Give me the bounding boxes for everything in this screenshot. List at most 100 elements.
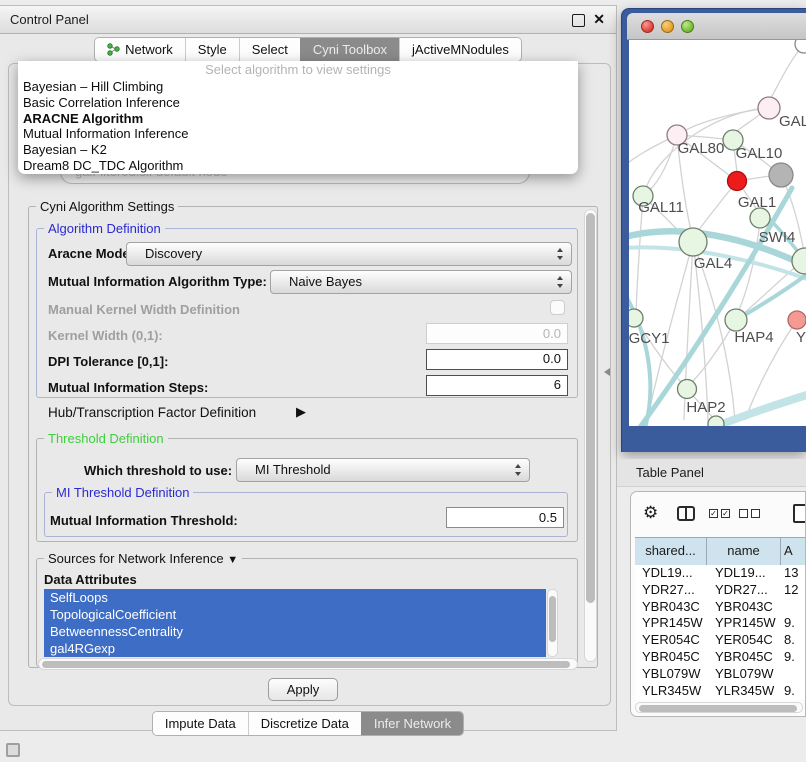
tab-impute-data[interactable]: Impute Data [153, 712, 248, 735]
aracne-mode-combo[interactable]: Discovery [126, 242, 572, 266]
table-hscrollbar-thumb[interactable] [639, 705, 797, 712]
edge[interactable] [712, 394, 806, 426]
select-all-icon[interactable]: ✓ ✓ [709, 509, 730, 518]
node-swi4[interactable] [750, 208, 770, 228]
node-hap4[interactable] [725, 309, 747, 331]
table-row[interactable]: YBR045C YBR045C 9. [635, 649, 806, 666]
node-label: GAL10 [736, 145, 783, 162]
deselect-all-icon[interactable] [739, 509, 760, 518]
table-row[interactable]: YLR345W YLR345W 9. [635, 683, 806, 700]
node-gal4[interactable] [679, 228, 707, 256]
table-panel: ⚙ ✓ ✓ shared... name A YDL19... YDL19...… [630, 491, 806, 717]
table-row[interactable]: YDR27... YDR27... 12 [635, 582, 806, 599]
node-hap2[interactable] [678, 380, 697, 399]
mi-threshold-group-title: MI Threshold Definition [52, 485, 193, 500]
dropdown-item[interactable]: Mutual Information Inference [18, 126, 578, 142]
column-header-partial[interactable]: A [781, 538, 806, 565]
node[interactable] [795, 40, 806, 53]
settings-scrollbar[interactable] [584, 209, 597, 662]
list-item[interactable]: SelfLoops [44, 589, 546, 606]
zoom-window-button[interactable] [681, 20, 694, 33]
mi-algorithm-type-label: Mutual Information Algorithm Type: [48, 274, 267, 289]
table-hscrollbar[interactable] [635, 702, 803, 713]
node-label: HAP2 [686, 399, 725, 416]
node-gray[interactable] [769, 163, 793, 187]
expand-arrow-icon[interactable]: ▶ [296, 404, 306, 420]
hub-section-label: Hub/Transcription Factor Definition [48, 405, 256, 420]
table-row[interactable]: YDL19... YDL19... 13 [635, 565, 806, 582]
node-gcy1[interactable] [629, 309, 643, 327]
settings-hscrollbar-thumb[interactable] [42, 661, 570, 668]
table-row[interactable]: YER054C YER054C 8. [635, 632, 806, 649]
gear-icon[interactable]: ⚙ [643, 503, 658, 523]
close-window-button[interactable] [641, 20, 654, 33]
collapse-arrow-icon[interactable]: ▼ [227, 554, 238, 566]
node-gal1[interactable] [728, 172, 747, 191]
column-header-name[interactable]: name [707, 538, 781, 565]
splitpane-collapse-arrow-icon[interactable] [604, 368, 610, 376]
node-label: GAL11 [638, 199, 684, 216]
column-layout-icon[interactable] [677, 506, 695, 521]
algorithm-definition-title: Algorithm Definition [44, 221, 165, 236]
export-table-icon[interactable] [793, 504, 806, 523]
node[interactable] [708, 416, 724, 426]
table-panel-title: Table Panel [636, 459, 704, 486]
network-window-titlebar[interactable] [627, 13, 806, 40]
table-row[interactable]: YPR145W YPR145W 9. [635, 615, 806, 632]
dropdown-item[interactable]: Bayesian – K2 [18, 142, 578, 158]
attributes-scrollbar-thumb[interactable] [549, 596, 556, 642]
float-panel-icon[interactable] [572, 14, 585, 27]
edge[interactable] [770, 44, 804, 100]
attributes-scrollbar[interactable] [547, 589, 558, 657]
tab-network[interactable]: Network [95, 38, 185, 61]
dpi-tolerance-field[interactable]: 0.0 [426, 349, 568, 370]
tab-select[interactable]: Select [239, 38, 300, 61]
mi-threshold-field[interactable]: 0.5 [446, 507, 564, 528]
table-row[interactable]: YBR043C YBR043C [635, 599, 806, 616]
tab-style[interactable]: Style [185, 38, 239, 61]
node-label: GAL [779, 113, 806, 130]
mi-steps-field[interactable]: 6 [426, 375, 568, 396]
close-icon[interactable]: ✕ [593, 11, 605, 28]
apply-button[interactable]: Apply [268, 678, 338, 701]
tab-discretize-data[interactable]: Discretize Data [248, 712, 361, 735]
list-item[interactable]: BetweennessCentrality [44, 623, 546, 640]
tab-jactivemnodules[interactable]: jActiveMNodules [399, 38, 521, 61]
node-label: GAL80 [678, 140, 725, 157]
settings-hscrollbar[interactable] [38, 658, 578, 670]
dropdown-item[interactable]: Basic Correlation Inference [18, 95, 578, 111]
bottom-tabbar: Impute Data Discretize Data Infer Networ… [0, 711, 616, 736]
manual-kernel-checkbox[interactable] [550, 300, 565, 315]
mi-algorithm-type-combo[interactable]: Naive Bayes [270, 270, 572, 294]
table-row[interactable]: YIL052C YIL052C 9 [635, 699, 806, 700]
dropdown-item-aracne[interactable]: ARACNE Algorithm [18, 111, 578, 127]
node[interactable] [758, 97, 780, 119]
settings-scrollbar-thumb[interactable] [586, 213, 595, 603]
list-item[interactable]: TopologicalCoefficient [44, 606, 546, 623]
manual-kernel-label: Manual Kernel Width Definition [48, 302, 240, 317]
table-panel-strip: Table Panel [617, 459, 806, 487]
list-item[interactable]: gal4RGexp [44, 640, 546, 657]
dropdown-item[interactable]: Dream8 DC_TDC Algorithm [18, 158, 578, 174]
tab-infer-network[interactable]: Infer Network [361, 712, 463, 735]
stepper-icon [514, 464, 522, 476]
tab-cyni-toolbox[interactable]: Cyni Toolbox [300, 38, 399, 61]
data-attributes-list: SelfLoops TopologicalCoefficient Between… [44, 589, 546, 657]
column-header-shared-name[interactable]: shared... [635, 538, 707, 565]
stepper-icon [556, 248, 564, 260]
window-title: Control Panel [10, 6, 89, 33]
dropdown-item[interactable]: Bayesian – Hill Climbing [18, 79, 578, 95]
minimize-window-button[interactable] [661, 20, 674, 33]
edge[interactable] [684, 108, 769, 131]
kernel-width-field[interactable]: 0.0 [426, 323, 568, 344]
which-threshold-combo[interactable]: MI Threshold [236, 458, 530, 482]
node-label: SWI4 [759, 229, 796, 246]
collapsed-panel-icon[interactable] [6, 743, 20, 757]
data-attributes-label: Data Attributes [44, 572, 137, 587]
network-canvas[interactable]: GAL GAL80 GAL10 GAL1 GAL11 SWI4 GAL4 GCY… [629, 40, 806, 426]
table-header: shared... name A [635, 537, 806, 566]
node[interactable] [788, 311, 806, 329]
node[interactable] [792, 248, 806, 274]
table-row[interactable]: YBL079W YBL079W [635, 666, 806, 683]
control-panel-window: Control Panel ✕ Network Style Sel [0, 5, 617, 731]
